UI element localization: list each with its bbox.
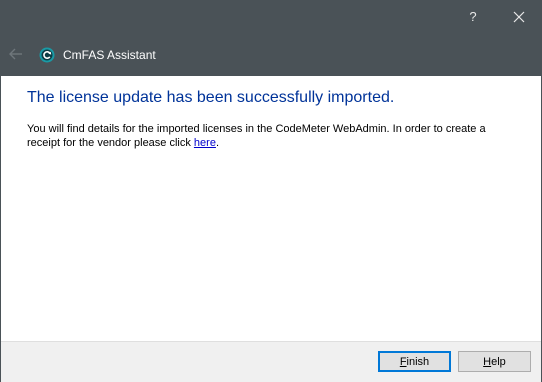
cmfas-logo-icon	[39, 47, 55, 63]
app-title: CmFAS Assistant	[63, 48, 156, 62]
close-button[interactable]	[501, 3, 537, 31]
info-text-end: .	[215, 137, 220, 149]
finish-mnemonic: F	[399, 355, 407, 368]
finish-button[interactable]: Finish	[378, 351, 451, 372]
help-mnemonic: H	[483, 355, 492, 368]
help-titlebar-button[interactable]: ?	[456, 3, 490, 31]
close-icon	[513, 11, 525, 23]
back-arrow-icon	[9, 48, 22, 60]
content-area: The license update has been successfully…	[1, 76, 541, 341]
wizard-window: ? CmFAS Assistant The license update has	[0, 0, 542, 382]
receipt-link[interactable]: here	[194, 137, 216, 149]
info-paragraph: You will find details for the imported l…	[27, 122, 515, 150]
title-bar: ? CmFAS Assistant	[1, 1, 541, 76]
help-label: elp	[491, 355, 506, 368]
page-heading: The license update has been successfully…	[27, 89, 395, 106]
help-button[interactable]: Help	[458, 351, 531, 372]
back-button[interactable]	[6, 45, 26, 63]
finish-label: inish	[406, 355, 430, 368]
info-text: You will find details for the imported l…	[27, 123, 486, 149]
button-bar: Finish Help	[1, 341, 541, 382]
